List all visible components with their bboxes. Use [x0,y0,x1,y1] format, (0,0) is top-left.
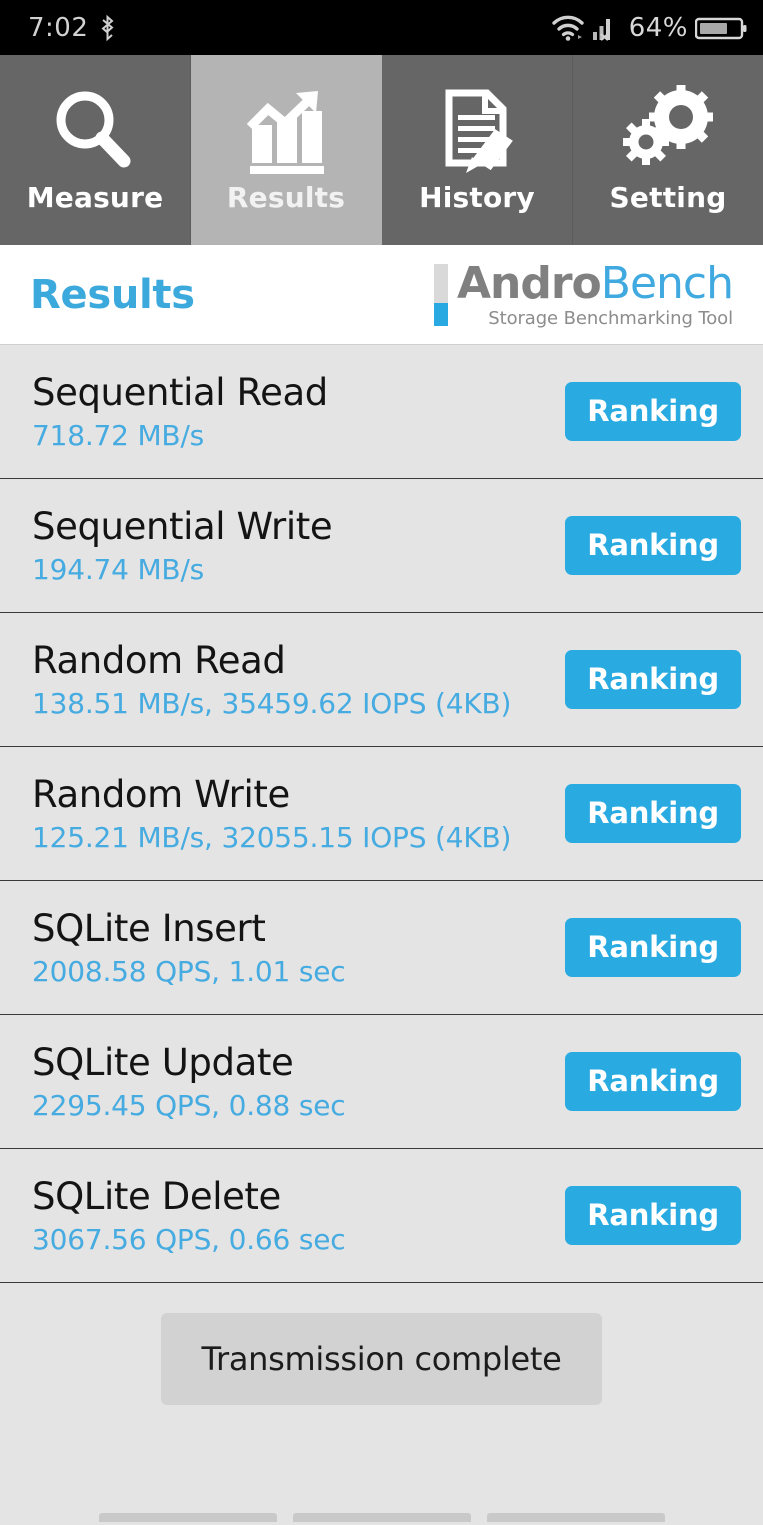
result-name: Sequential Read [32,370,328,414]
clock-label: 7:02 [28,12,89,43]
result-texts: Random Read 138.51 MB/s, 35459.62 IOPS (… [32,639,511,721]
tab-results[interactable]: Results [191,55,382,245]
bottom-button-hints [0,1513,763,1525]
logo-word-bench: Bench [600,257,734,309]
app-root: 7:02 64% Measure Results History Setting… [0,0,763,1525]
result-name: SQLite Delete [32,1174,281,1218]
wifi-icon [551,14,585,42]
results-list: Sequential Read 718.72 MB/s Ranking Sequ… [0,345,763,1285]
ranking-button[interactable]: Ranking [565,784,741,843]
result-texts: Random Write 125.21 MB/s, 32055.15 IOPS … [32,773,511,855]
tab-measure-label: Measure [26,181,164,214]
logo-word-andro: Andro [456,257,602,309]
result-texts: Sequential Write 194.74 MB/s [32,504,333,587]
bar-chart-arrow-icon [238,85,334,177]
document-pencil-icon [429,85,525,177]
androbench-logo: AndroBench Storage Benchmarking Tool [433,257,734,329]
ranking-button[interactable]: Ranking [565,516,741,575]
result-value: 138.51 MB/s, 35459.62 IOPS (4KB) [32,686,512,720]
tab-results-label: Results [226,181,346,214]
tab-history[interactable]: History [382,55,573,245]
result-name: Random Read [32,638,286,682]
result-value: 3067.56 QPS, 0.66 sec [32,1222,346,1256]
logo-wordmark: AndroBench [456,257,734,309]
tab-history-label: History [419,181,535,214]
result-value: 718.72 MB/s [32,418,205,452]
page-title: Results [30,271,195,318]
bottom-button-hint[interactable] [98,1513,277,1522]
transmission-status-button[interactable]: Transmission complete [161,1313,602,1405]
status-bar-right: 64% [551,13,747,43]
ranking-button[interactable]: Ranking [565,1186,741,1245]
cellular-signal-no-sim-icon [592,14,622,42]
bluetooth-icon [98,13,118,43]
table-row[interactable]: SQLite Update 2295.45 QPS, 0.88 sec Rank… [0,1015,763,1149]
result-name: Sequential Write [32,504,333,548]
bottom-button-hint[interactable] [292,1513,471,1522]
tab-bar: Measure Results History Setting [0,55,763,245]
magnifier-icon [47,85,143,177]
result-value: 2295.45 QPS, 0.88 sec [32,1088,346,1122]
logo-bar-icon [433,263,448,326]
table-row[interactable]: Sequential Write 194.74 MB/s Ranking [0,479,763,613]
ranking-button[interactable]: Ranking [565,1052,741,1111]
table-row[interactable]: Random Read 138.51 MB/s, 35459.62 IOPS (… [0,613,763,747]
result-name: SQLite Update [32,1040,294,1084]
page-header: Results AndroBench Storage Benchmarking … [0,245,763,345]
footer-area: Transmission complete [0,1285,763,1525]
table-row[interactable]: Random Write 125.21 MB/s, 32055.15 IOPS … [0,747,763,881]
tab-measure[interactable]: Measure [0,55,191,245]
result-name: Random Write [32,772,290,816]
ranking-button[interactable]: Ranking [565,382,741,441]
battery-percent-label: 64% [628,12,688,43]
status-bar: 7:02 64% [0,0,763,55]
result-value: 125.21 MB/s, 32055.15 IOPS (4KB) [32,820,512,854]
gears-icon [620,85,716,177]
result-value: 194.74 MB/s [32,552,205,586]
table-row[interactable]: SQLite Insert 2008.58 QPS, 1.01 sec Rank… [0,881,763,1015]
result-texts: Sequential Read 718.72 MB/s [32,371,328,453]
ranking-button[interactable]: Ranking [565,918,741,977]
table-row[interactable]: Sequential Read 718.72 MB/s Ranking [0,345,763,479]
logo-text: AndroBench Storage Benchmarking Tool [456,257,734,329]
result-name: SQLite Insert [32,906,266,950]
tab-setting-label: Setting [609,181,727,214]
result-texts: SQLite Update 2295.45 QPS, 0.88 sec [32,1040,346,1123]
status-bar-left: 7:02 [28,13,118,43]
ranking-button[interactable]: Ranking [565,650,741,709]
result-texts: SQLite Delete 3067.56 QPS, 0.66 sec [32,1174,346,1257]
logo-tagline: Storage Benchmarking Tool [488,307,733,329]
result-value: 2008.58 QPS, 1.01 sec [32,954,346,988]
table-row[interactable]: SQLite Delete 3067.56 QPS, 0.66 sec Rank… [0,1149,763,1283]
battery-icon [695,14,747,42]
tab-setting[interactable]: Setting [573,55,763,245]
bottom-button-hint[interactable] [486,1513,665,1522]
result-texts: SQLite Insert 2008.58 QPS, 1.01 sec [32,906,346,989]
